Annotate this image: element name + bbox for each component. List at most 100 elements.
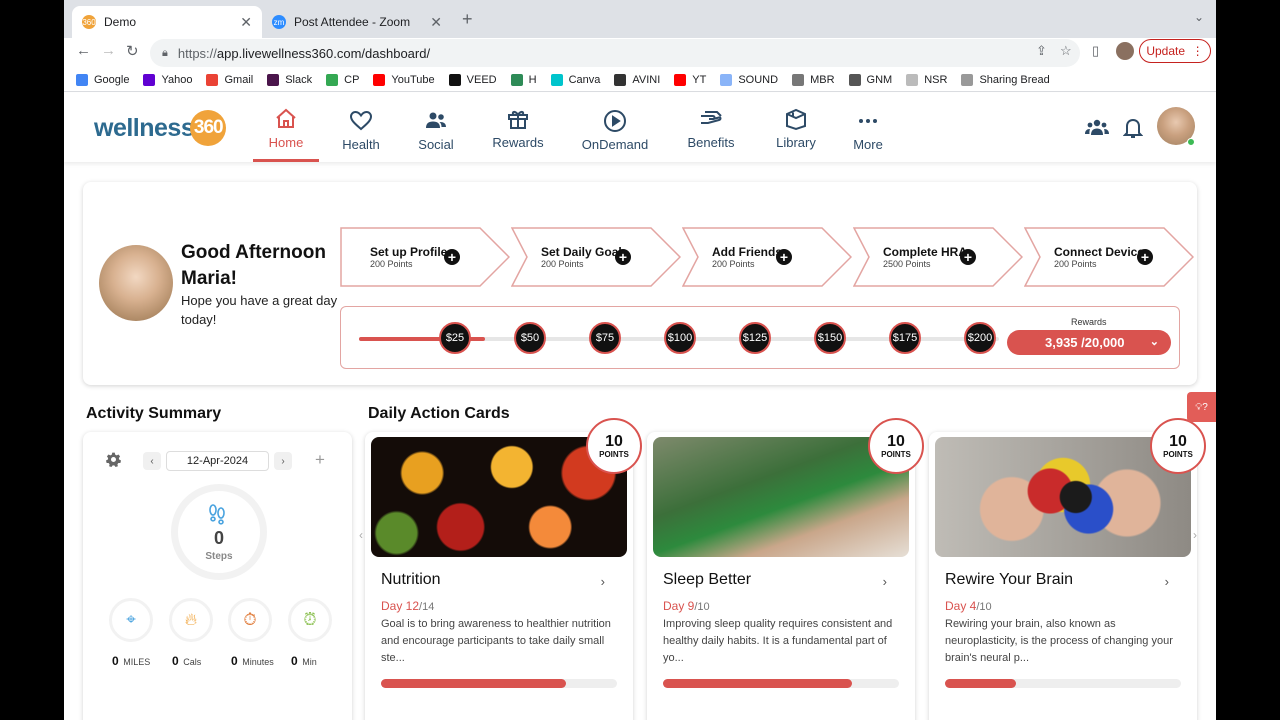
nav-label: Rewards [492, 135, 544, 150]
tab-zoom[interactable]: zm Post Attendee - Zoom ✕ [262, 6, 452, 38]
bookmark-item[interactable]: NSR [906, 73, 947, 86]
steps-count: 0 [213, 528, 224, 548]
play-icon [604, 110, 626, 132]
group-icon[interactable] [1085, 117, 1109, 139]
bookmark-item[interactable]: YT [674, 73, 707, 86]
close-icon[interactable]: ✕ [240, 14, 252, 31]
bell-icon[interactable] [1123, 117, 1143, 139]
update-button[interactable]: Update ⋮ [1139, 39, 1211, 63]
metric-number: 0 [291, 654, 298, 668]
bookmark-label: Yahoo [161, 73, 193, 86]
add-activity-button[interactable]: + [315, 450, 325, 470]
bookmark-item[interactable]: Sharing Bread [961, 73, 1050, 86]
points-badge: 10 POINTS [1150, 418, 1206, 474]
carousel-prev-icon[interactable]: ‹ [359, 528, 363, 542]
action-card[interactable]: 10 POINTS Sleep Better › Day 9/10 Improving s… [647, 418, 924, 720]
nav-label: Home [268, 135, 304, 150]
bookmark-label: Gmail [224, 73, 254, 86]
points-number: 10 [887, 433, 905, 450]
action-card[interactable]: 10 POINTS Rewire Your Brain › Day 4/10 Rewiri… [929, 418, 1206, 720]
onboarding-step[interactable]: Complete HRA 2500 Points + [853, 227, 1023, 287]
back-arrow-icon[interactable]: ← [76, 42, 91, 59]
bookmark-label: Canva [568, 73, 601, 86]
plus-icon[interactable]: + [960, 249, 976, 265]
rewards-value: 3,935 /20,000 [1045, 335, 1125, 350]
share-icon[interactable]: ⇪ [1036, 43, 1047, 59]
card-title: Sleep Better [663, 571, 752, 588]
plus-icon[interactable]: + [444, 249, 460, 265]
bookmark-item[interactable]: CP [326, 73, 359, 86]
card-progress-fill [945, 679, 1016, 688]
nav-social[interactable]: Social [407, 109, 465, 152]
card-progress-fill [381, 679, 567, 688]
bookmark-item[interactable]: Slack [267, 73, 312, 86]
bookmark-favicon-icon [206, 73, 219, 86]
lightbulb-help-icon[interactable]: 💡︎? [1187, 392, 1216, 422]
plus-icon[interactable]: + [1137, 249, 1153, 265]
sidebar-icon[interactable]: ▯ [1092, 43, 1099, 59]
nav-home[interactable]: Home [257, 107, 315, 150]
browser-profile-avatar[interactable] [1116, 42, 1134, 60]
benefits-icon [701, 111, 722, 124]
metric-value: 0 Min [291, 654, 317, 668]
url-protocol: https:// [177, 45, 217, 61]
plus-icon[interactable]: + [615, 249, 631, 265]
close-icon[interactable]: ✕ [430, 14, 442, 31]
onboarding-step[interactable]: Set Daily Goal 200 Points + [511, 227, 681, 287]
next-day-button[interactable]: › [274, 452, 292, 470]
bookmark-item[interactable]: AVINI [614, 73, 660, 86]
bookmark-favicon-icon [550, 73, 563, 86]
wellness360-logo[interactable]: wellness 360 [94, 110, 227, 146]
nav-library[interactable]: Library [765, 107, 827, 150]
bookmark-label: Google [94, 73, 130, 86]
card-day: Day 4 [945, 599, 977, 613]
tab-demo[interactable]: 360 Demo ✕ [72, 6, 262, 38]
bookmark-label: YouTube [391, 73, 435, 86]
chevron-right-icon[interactable]: › [883, 574, 887, 589]
nav-label: Library [776, 135, 816, 150]
bookmark-item[interactable]: YouTube [373, 73, 435, 86]
onboarding-step[interactable]: Connect Device 200 Points + [1024, 227, 1194, 287]
plus-icon[interactable]: + [776, 249, 792, 265]
nav-health[interactable]: Health [332, 109, 390, 152]
chevron-right-icon[interactable]: › [1165, 574, 1169, 589]
tab-title: Post Attendee - Zoom [294, 15, 411, 29]
address-bar[interactable]: 🔒︎ https://app.livewellness360.com/dashb… [150, 39, 1080, 67]
star-icon[interactable]: ☆ [1060, 43, 1072, 59]
bookmark-item[interactable]: GNM [848, 73, 892, 86]
new-tab-icon[interactable]: + [462, 9, 473, 30]
bookmark-item[interactable]: Canva [550, 73, 601, 86]
activity-date[interactable]: 12-Apr-2024 [166, 451, 269, 471]
chevron-down-icon[interactable]: ⌄ [1194, 10, 1204, 24]
nav-rewards[interactable]: Rewards [485, 107, 551, 150]
home-icon [276, 108, 296, 128]
gear-icon[interactable] [106, 452, 121, 467]
bookmark-item[interactable]: SOUND [720, 73, 778, 86]
reload-icon[interactable]: ↻ [126, 42, 139, 60]
card-day-progress: Day 12/14 [381, 599, 434, 613]
bookmark-item[interactable]: Google [76, 73, 130, 86]
activity-summary-title: Activity Summary [86, 405, 222, 422]
rewards-label: Rewards [1071, 317, 1107, 327]
forward-arrow-icon[interactable]: → [101, 42, 116, 59]
bookmark-item[interactable]: VEED [448, 73, 497, 86]
bookmark-favicon-icon [848, 73, 861, 86]
wellness-favicon-icon: 360 [82, 15, 96, 29]
previous-day-button[interactable]: ‹ [143, 452, 161, 470]
chevron-right-icon[interactable]: › [601, 574, 605, 589]
bookmark-item[interactable]: Gmail [206, 73, 254, 86]
action-card[interactable]: 10 POINTS Nutrition › Day 12/14 Goal is to br… [365, 418, 642, 720]
bookmark-item[interactable]: H [510, 73, 537, 86]
onboarding-step[interactable]: Add Friends 200 Points + [682, 227, 852, 287]
bookmark-item[interactable]: MBR [792, 73, 835, 86]
active-nav-indicator [253, 159, 319, 162]
nav-benefits[interactable]: Benefits [680, 107, 742, 150]
onboarding-step[interactable]: Set up Profile 200 Points + [340, 227, 510, 287]
bookmark-item[interactable]: Yahoo [143, 73, 193, 86]
card-day: Day 12 [381, 599, 420, 613]
nav-more[interactable]: More [838, 109, 898, 152]
rewards-dropdown[interactable]: 3,935 /20,000 ⌄ [1007, 330, 1171, 355]
carousel-next-icon[interactable]: › [1193, 528, 1197, 542]
bookmark-label: YT [692, 73, 707, 86]
nav-ondemand[interactable]: OnDemand [576, 109, 654, 152]
